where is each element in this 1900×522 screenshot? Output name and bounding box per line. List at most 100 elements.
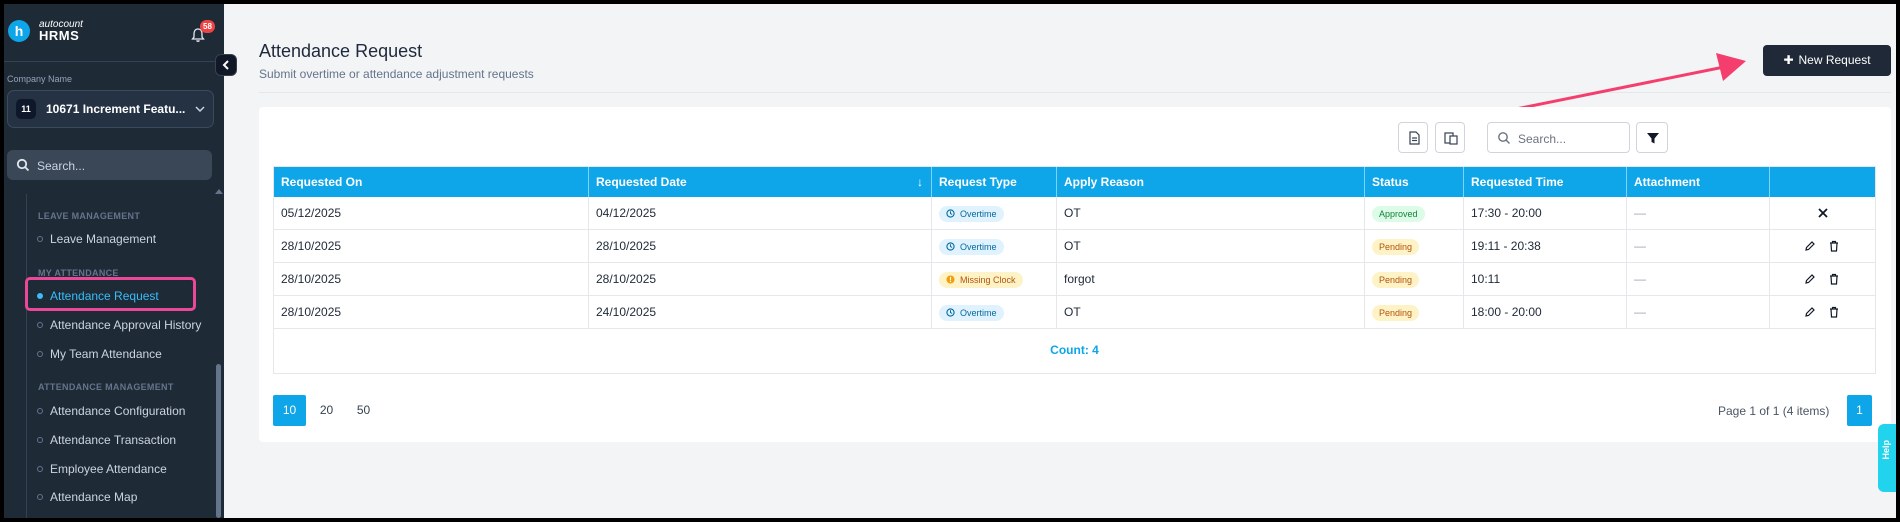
- cell-request-type: Overtime: [932, 296, 1057, 329]
- cancel-request-icon[interactable]: [1817, 207, 1829, 219]
- nav-bullet: [37, 408, 43, 414]
- sidebar-item-attendance-approval-history[interactable]: Attendance Approval History: [50, 318, 201, 332]
- edit-icon[interactable]: [1804, 240, 1816, 252]
- table-row[interactable]: 28/10/2025 28/10/2025 Missing Clock forg…: [274, 263, 1875, 296]
- edit-icon[interactable]: [1804, 306, 1816, 318]
- grid-search-placeholder: Search...: [1518, 132, 1567, 146]
- cell-actions: [1770, 263, 1877, 296]
- search-icon: [1498, 132, 1510, 144]
- cell-attachment: —: [1627, 197, 1770, 230]
- company-avatar: 11: [16, 99, 36, 119]
- clock-icon: [946, 242, 955, 251]
- file-export-icon: [1409, 131, 1420, 145]
- sidebar-item-attendance-configuration[interactable]: Attendance Configuration: [50, 404, 185, 418]
- cell-attachment: —: [1627, 296, 1770, 329]
- delete-icon[interactable]: [1828, 273, 1840, 285]
- delete-icon[interactable]: [1828, 240, 1840, 252]
- cell-requested-date: 28/10/2025: [589, 230, 932, 263]
- sidebar-search-input[interactable]: Search...: [7, 150, 212, 180]
- nav-bullet: [37, 236, 43, 242]
- page-info: Page 1 of 1 (4 items): [1718, 404, 1830, 418]
- cell-status: Pending: [1365, 263, 1464, 296]
- help-tab[interactable]: Help: [1878, 424, 1896, 492]
- sidebar-item-employee-attendance[interactable]: Employee Attendance: [50, 462, 167, 476]
- page-size-20[interactable]: 20: [310, 395, 343, 426]
- page-subtitle: Submit overtime or attendance adjustment…: [259, 67, 534, 81]
- app-logo[interactable]: h: [8, 20, 30, 42]
- alert-icon: [946, 275, 955, 284]
- export-csv-button[interactable]: [1398, 122, 1428, 153]
- column-header-status[interactable]: Status: [1365, 167, 1464, 197]
- main-content: Attendance Request Submit overtime or at…: [224, 4, 1896, 518]
- clock-icon: [946, 308, 955, 317]
- nav-bullet: [37, 322, 43, 328]
- request-type-badge: Overtime: [939, 238, 1004, 255]
- request-type-badge: Overtime: [939, 205, 1004, 222]
- cell-apply-reason: OT: [1057, 197, 1365, 230]
- request-table: Requested On Requested Date ↓ Request Ty…: [273, 166, 1876, 374]
- nav-bullet: [37, 466, 43, 472]
- sidebar-scrollbar[interactable]: [216, 364, 221, 518]
- nav-bullet: [37, 437, 43, 443]
- new-request-label: New Request: [1798, 53, 1871, 67]
- clock-icon: [946, 209, 955, 218]
- table-row[interactable]: 28/10/2025 28/10/2025 Overtime OT Pendin…: [274, 230, 1875, 263]
- section-attendance-management: ATTENDANCE MANAGEMENT: [38, 382, 174, 392]
- status-badge: Pending: [1372, 271, 1420, 288]
- edit-icon[interactable]: [1804, 273, 1816, 285]
- brand: autocount HRMS: [39, 19, 83, 42]
- column-header-request-type[interactable]: Request Type: [932, 167, 1057, 197]
- notification-badge: 58: [200, 20, 215, 33]
- cell-requested-time: 10:11: [1464, 263, 1627, 296]
- search-icon: [16, 158, 30, 172]
- cell-requested-date: 28/10/2025: [589, 263, 932, 296]
- cell-requested-on: 28/10/2025: [274, 296, 589, 329]
- page-size-50[interactable]: 50: [347, 395, 380, 426]
- cell-actions: [1770, 230, 1877, 263]
- filter-button[interactable]: [1636, 122, 1668, 153]
- table-row[interactable]: 28/10/2025 24/10/2025 Overtime OT Pendin…: [274, 296, 1875, 329]
- cell-actions: [1770, 197, 1877, 230]
- page-title: Attendance Request: [259, 41, 423, 61]
- cell-requested-date: 04/12/2025: [589, 197, 932, 230]
- column-header-requested-date[interactable]: Requested Date ↓: [589, 167, 932, 197]
- cell-apply-reason: OT: [1057, 296, 1365, 329]
- sidebar-item-my-team-attendance[interactable]: My Team Attendance: [50, 347, 162, 361]
- status-badge: Approved: [1372, 205, 1425, 222]
- column-header-requested-on[interactable]: Requested On: [274, 167, 589, 197]
- sidebar-search-placeholder: Search...: [37, 159, 86, 173]
- cell-requested-time: 19:11 - 20:38: [1464, 230, 1627, 263]
- column-chooser-button[interactable]: [1435, 122, 1465, 153]
- grid-search-input[interactable]: Search...: [1487, 122, 1630, 153]
- column-header-apply-reason[interactable]: Apply Reason: [1057, 167, 1365, 197]
- company-name: 10671 Increment Featu...: [46, 102, 186, 116]
- cell-request-type: Overtime: [932, 230, 1057, 263]
- cell-attachment: —: [1627, 263, 1770, 296]
- sort-desc-icon: ↓: [917, 175, 923, 189]
- new-request-button[interactable]: ✚ New Request: [1763, 45, 1891, 76]
- column-header-requested-date-label: Requested Date: [596, 175, 687, 189]
- page-button-1[interactable]: 1: [1847, 395, 1872, 426]
- sidebar-item-attendance-map[interactable]: Attendance Map: [50, 490, 137, 504]
- chevron-down-icon: [195, 106, 205, 113]
- sidebar-item-attendance-transaction[interactable]: Attendance Transaction: [50, 433, 176, 447]
- nav-bullet-active: [37, 293, 43, 299]
- cell-request-type: Overtime: [932, 197, 1057, 230]
- row-count-summary: Count: 4: [1050, 343, 1099, 357]
- table-row[interactable]: 05/12/2025 04/12/2025 Overtime OT Approv…: [274, 197, 1875, 230]
- cell-attachment: —: [1627, 230, 1770, 263]
- sidebar-item-attendance-request[interactable]: Attendance Request: [50, 289, 159, 303]
- column-header-attachment[interactable]: Attachment: [1627, 167, 1770, 197]
- column-header-requested-time[interactable]: Requested Time: [1464, 167, 1627, 197]
- help-label: Help: [1881, 440, 1891, 460]
- scroll-up-icon[interactable]: [215, 189, 223, 194]
- cell-requested-date: 24/10/2025: [589, 296, 932, 329]
- sidebar-item-leave-management[interactable]: Leave Management: [50, 232, 156, 246]
- status-badge: Pending: [1372, 238, 1420, 255]
- delete-icon[interactable]: [1828, 306, 1840, 318]
- company-selector[interactable]: 11 10671 Increment Featu...: [7, 90, 214, 128]
- cell-status: Pending: [1365, 296, 1464, 329]
- cell-apply-reason: forgot: [1057, 263, 1365, 296]
- page-size-10[interactable]: 10: [273, 395, 306, 426]
- cell-status: Approved: [1365, 197, 1464, 230]
